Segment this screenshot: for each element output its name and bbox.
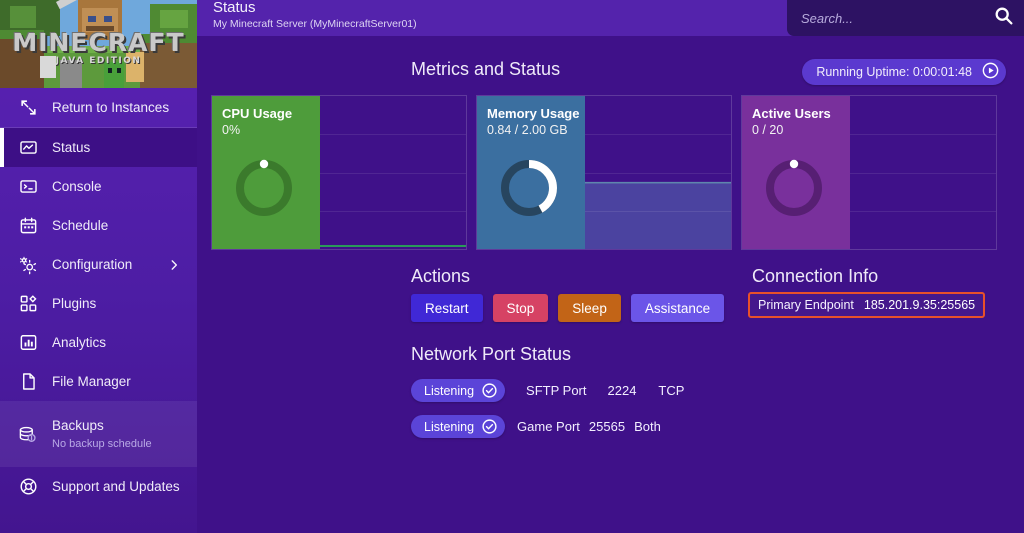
primary-endpoint-row[interactable]: Primary Endpoint 185.201.9.35:25565 <box>748 292 985 318</box>
sidebar-item-status[interactable]: Status <box>0 128 197 167</box>
file-icon <box>17 371 39 393</box>
port-name: Game Port <box>517 419 580 434</box>
connection-section-title: Connection Info <box>752 266 878 287</box>
cpu-title: CPU Usage <box>222 106 320 122</box>
sidebar-item-label: Schedule <box>52 218 108 233</box>
active-users-chart-area <box>850 96 996 249</box>
port-number: 25565 <box>589 419 625 434</box>
metric-card-cpu[interactable]: CPU Usage 0% <box>211 95 467 250</box>
active-users-value: 0 / 20 <box>752 122 850 139</box>
uptime-label: Running Uptime: 0:00:01:48 <box>816 65 972 79</box>
sidebar-item-label: Analytics <box>52 335 106 350</box>
minecraft-banner: MINECRAFT JAVA EDITION <box>0 0 197 88</box>
cpu-chart-area <box>320 96 466 249</box>
terminal-icon <box>17 176 39 198</box>
stop-button[interactable]: Stop <box>493 294 549 322</box>
cpu-value: 0% <box>222 122 320 139</box>
search-box[interactable] <box>787 0 1024 36</box>
table-row: Listening Game Port 25565 Both <box>411 415 661 438</box>
sidebar-item-plugins[interactable]: Plugins <box>0 284 197 323</box>
memory-gauge <box>497 156 561 220</box>
sidebar-item-configuration[interactable]: Configuration <box>0 245 197 284</box>
cpu-gauge <box>232 156 296 220</box>
sidebar: MINECRAFT JAVA EDITION Return to Instanc… <box>0 0 197 533</box>
database-info-icon <box>17 423 39 445</box>
table-row: Listening SFTP Port 2224 TCP <box>411 379 684 402</box>
uptime-badge[interactable]: Running Uptime: 0:00:01:48 <box>802 59 1006 85</box>
check-circle-icon <box>481 418 498 435</box>
topbar: Status My Minecraft Server (MyMinecraftS… <box>197 0 1024 36</box>
port-protocol: TCP <box>658 383 684 398</box>
main-content: Status My Minecraft Server (MyMinecraftS… <box>197 0 1024 533</box>
lifebuoy-icon <box>17 476 39 498</box>
status-badge[interactable]: Listening <box>411 379 505 402</box>
gears-icon <box>17 254 39 276</box>
sidebar-item-label: File Manager <box>52 374 131 389</box>
sidebar-item-label: Support and Updates <box>52 479 180 494</box>
chart-gridlines <box>320 96 466 249</box>
metric-card-memory[interactable]: Memory Usage 0.84 / 2.00 GB <box>476 95 732 250</box>
network-section-title: Network Port Status <box>411 344 571 365</box>
restart-button[interactable]: Restart <box>411 294 483 322</box>
app-root: MINECRAFT JAVA EDITION Return to Instanc… <box>0 0 1024 533</box>
status-badge-label: Listening <box>424 420 474 434</box>
sidebar-item-backups[interactable]: Backups No backup schedule <box>0 401 197 467</box>
memory-chart-area <box>585 96 731 249</box>
assistance-button[interactable]: Assistance <box>631 294 724 322</box>
chart-gridlines <box>850 96 996 249</box>
sidebar-nav: Return to Instances Status <box>0 88 197 506</box>
sidebar-item-support-and-updates[interactable]: Support and Updates <box>0 467 197 506</box>
actions-section-title: Actions <box>411 266 470 287</box>
activity-monitor-icon <box>17 137 39 159</box>
metric-cards: CPU Usage 0% <box>211 95 997 250</box>
sidebar-item-schedule[interactable]: Schedule <box>0 206 197 245</box>
check-circle-icon <box>481 382 498 399</box>
backups-label: Backups <box>52 418 152 433</box>
chart-gridlines <box>585 96 731 249</box>
primary-endpoint-label: Primary Endpoint <box>758 298 854 312</box>
sidebar-item-console[interactable]: Console <box>0 167 197 206</box>
sidebar-item-file-manager[interactable]: File Manager <box>0 362 197 401</box>
memory-value: 0.84 / 2.00 GB <box>487 122 585 139</box>
backups-sublabel: No backup schedule <box>52 438 152 450</box>
memory-title: Memory Usage <box>487 106 585 122</box>
page-title: Status <box>213 0 256 16</box>
port-number: 2224 <box>608 383 637 398</box>
primary-endpoint-value[interactable]: 185.201.9.35:25565 <box>864 298 975 312</box>
page-subtitle: My Minecraft Server (MyMinecraftServer01… <box>213 18 417 30</box>
active-users-title: Active Users <box>752 106 850 122</box>
status-badge[interactable]: Listening <box>411 415 505 438</box>
bar-chart-icon <box>17 332 39 354</box>
sidebar-item-return-to-instances[interactable]: Return to Instances <box>0 88 197 127</box>
chevron-right-icon[interactable] <box>167 258 181 272</box>
sidebar-item-label: Console <box>52 179 102 194</box>
sidebar-item-label: Plugins <box>52 296 96 311</box>
sidebar-item-analytics[interactable]: Analytics <box>0 323 197 362</box>
sidebar-item-label: Return to Instances <box>52 100 169 115</box>
search-input[interactable] <box>801 11 987 26</box>
metrics-section-title: Metrics and Status <box>411 59 560 80</box>
action-buttons: Restart Stop Sleep Assistance <box>411 294 724 322</box>
sidebar-item-label: Configuration <box>52 257 132 272</box>
calendar-icon <box>17 215 39 237</box>
sidebar-item-label: Status <box>52 140 90 155</box>
status-badge-label: Listening <box>424 384 474 398</box>
port-name: SFTP Port <box>526 383 586 398</box>
search-icon[interactable] <box>993 5 1014 31</box>
expand-arrows-icon <box>17 97 39 119</box>
plugins-grid-icon <box>17 293 39 315</box>
play-circle-icon[interactable] <box>981 61 1000 83</box>
sleep-button[interactable]: Sleep <box>558 294 621 322</box>
brand-title: MINECRAFT <box>0 28 197 57</box>
active-users-gauge <box>762 156 826 220</box>
brand-subtitle: JAVA EDITION <box>0 56 197 66</box>
port-protocol: Both <box>634 419 661 434</box>
metric-card-active-users[interactable]: Active Users 0 / 20 <box>741 95 997 250</box>
